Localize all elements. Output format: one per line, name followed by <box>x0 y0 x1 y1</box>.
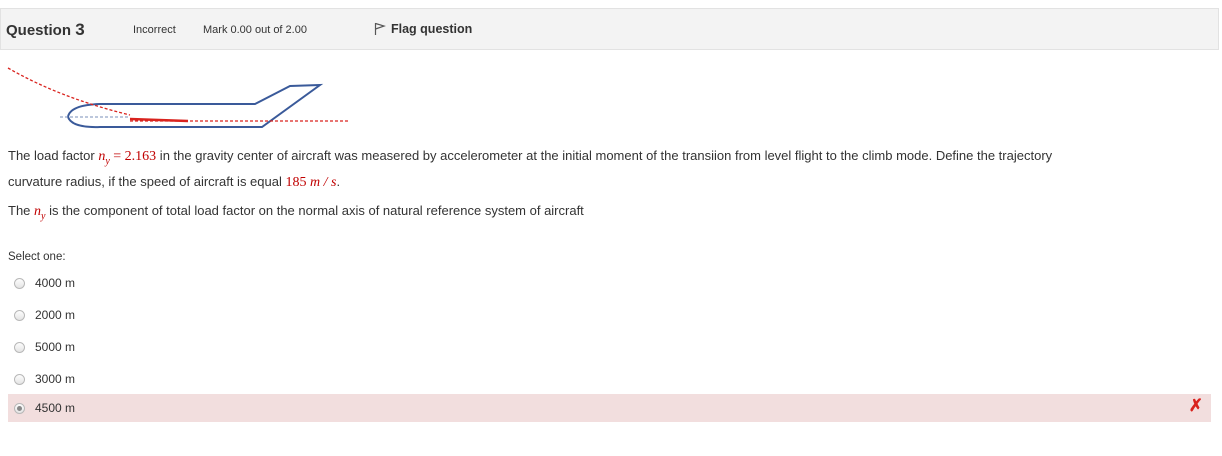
question-text-segment: The <box>8 203 35 218</box>
speed-formula: 185 m / s <box>285 175 336 190</box>
radio-button[interactable] <box>14 341 25 353</box>
flag-icon <box>374 22 386 36</box>
flag-question-label: Flag question <box>391 22 473 36</box>
answer-option-label: 3000 m <box>35 372 76 386</box>
answer-option-label: 4500 m <box>35 401 76 415</box>
curved-trajectory <box>7 67 131 116</box>
flag-question-link[interactable]: Flag question <box>374 22 472 36</box>
load-factor-symbol: n <box>34 204 42 219</box>
answer-option[interactable]: 2000 m <box>8 302 1211 328</box>
question-text-segment: The load factor <box>8 148 99 163</box>
incorrect-x-icon: ✗ <box>1188 396 1203 415</box>
radio-button[interactable] <box>14 277 25 289</box>
question-grade: Mark 0.00 out of 2.00 <box>203 24 307 36</box>
radio-button-checked[interactable] <box>14 402 25 414</box>
question-text-line-2: curvature radius, if the speed of aircra… <box>8 173 340 192</box>
question-text-line-1: The load factor ny = 2.163 in the gravit… <box>8 147 1052 171</box>
load-factor-value: = 2.163 <box>109 149 157 164</box>
question-number: Question 3 <box>6 20 85 40</box>
question-text-line-3: The ny is the component of total load fa… <box>8 202 584 226</box>
question-label: Question <box>6 22 72 39</box>
answer-option-label: 2000 m <box>35 308 76 322</box>
load-factor-symbol-inline: ny <box>34 204 45 222</box>
answer-option[interactable]: 3000 m <box>8 366 1211 392</box>
answer-option-label: 5000 m <box>35 340 76 354</box>
question-state: Incorrect <box>133 24 176 36</box>
velocity-vector <box>129 117 189 123</box>
question-number-value: 3 <box>75 20 85 39</box>
radio-button[interactable] <box>14 309 25 321</box>
speed-unit: m / s <box>309 175 337 190</box>
answer-option-label: 4000 m <box>35 276 76 290</box>
answer-option[interactable]: 4000 m <box>8 270 1211 296</box>
aircraft-trajectory-figure <box>7 67 348 129</box>
load-factor-formula: ny = 2.163 <box>98 149 157 167</box>
question-text-segment: in the gravity center of aircraft was me… <box>156 148 1053 163</box>
answer-option[interactable]: 5000 m <box>8 334 1211 360</box>
speed-value: 185 <box>285 175 310 190</box>
question-info-header: Question 3 Incorrect Mark 0.00 out of 2.… <box>0 8 1219 50</box>
question-text-segment: curvature radius, if the speed of aircra… <box>8 174 286 189</box>
question-text-segment: is the component of total load factor on… <box>45 203 584 218</box>
question-text-segment: . <box>336 174 341 189</box>
select-one-prompt: Select one: <box>8 251 66 263</box>
radio-button[interactable] <box>14 373 25 385</box>
answer-option-selected-incorrect[interactable]: 4500 m ✗ <box>8 394 1211 422</box>
